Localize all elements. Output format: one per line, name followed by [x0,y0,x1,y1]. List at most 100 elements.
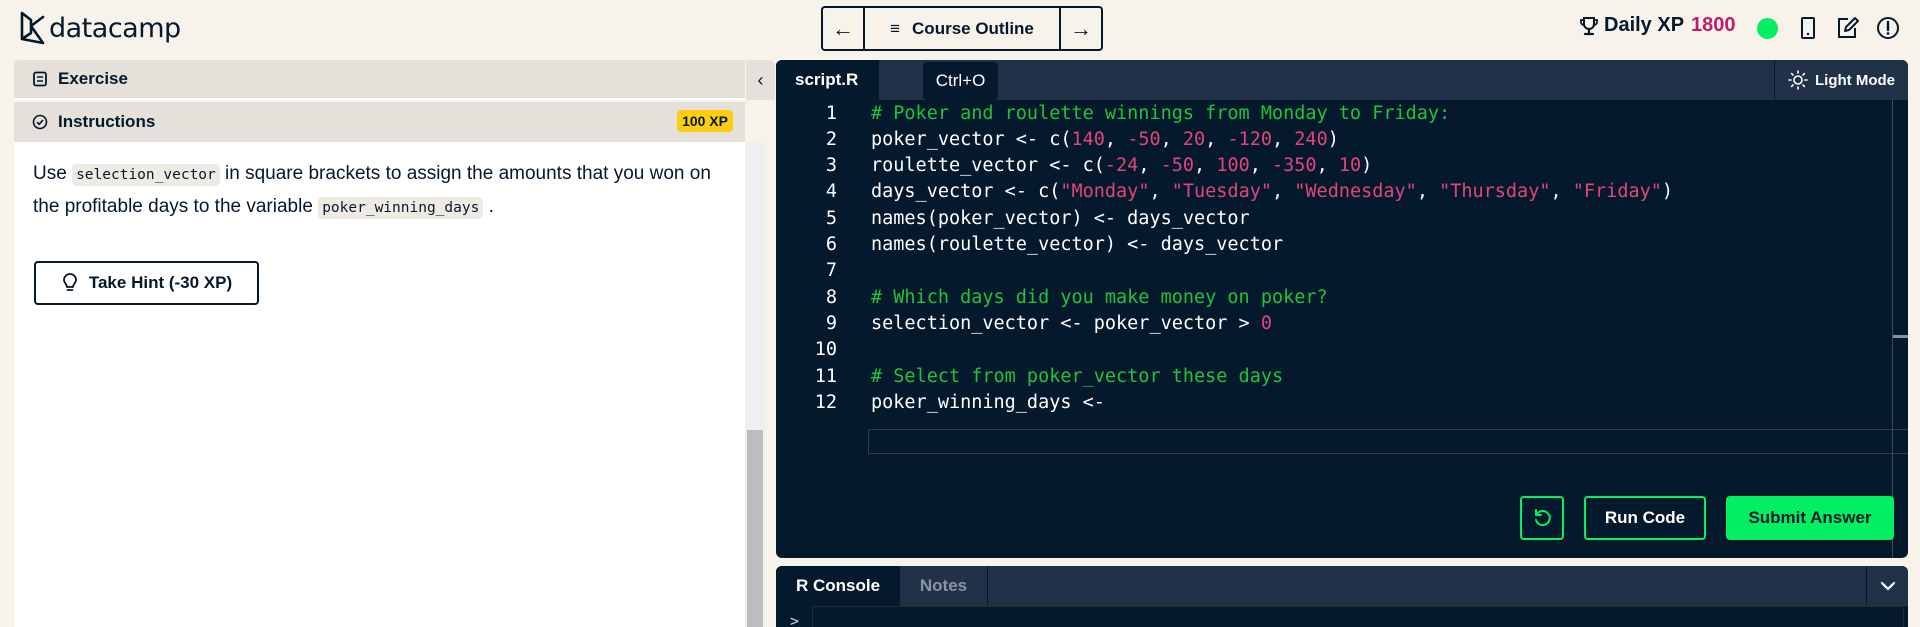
light-mode-button[interactable]: Light Mode [1774,60,1908,100]
code-number: 100 [1216,155,1250,177]
code-number: 0 [1260,312,1272,334]
datacamp-logo[interactable]: datacamp [20,10,181,46]
tab-r-console[interactable]: R Console [776,566,900,606]
line-number: 7 [825,260,837,282]
code-text: , [1249,155,1273,177]
line-content: names(poker_vector) <- days_vector [871,208,1250,229]
menu-icon: ≡ [890,18,901,38]
code-line[interactable]: 4 days_vector <- c("Monday", "Tuesday", "… [776,179,1892,205]
course-outline-button[interactable]: ≡ Course Outline [865,8,1059,49]
previous-exercise-button[interactable]: ← [823,8,865,49]
line-content: poker_winning_days <- [871,392,1105,413]
code-line[interactable]: 10 [776,337,1892,363]
code-string: "Monday" [1060,181,1150,203]
code-number: -50 [1127,128,1161,150]
instruction-text: Use selection_vector in square brackets … [33,158,723,224]
editor-scrollbar[interactable] [1892,100,1908,558]
code-text: selection_vector <- poker_vector > [871,312,1261,334]
console-tab-bar: R Console Notes [776,566,1908,606]
line-number: 1 [825,102,837,124]
line-number: 10 [814,339,837,361]
code-string: "Friday" [1572,181,1662,203]
instruction-text-part: . [483,196,494,217]
line-number: 11 [814,365,837,387]
submit-answer-button[interactable]: Submit Answer [1726,496,1894,540]
code-text: poker_vector <- c( [871,128,1072,150]
edit-feedback-icon[interactable] [1836,16,1860,40]
trophy-icon [1580,16,1598,35]
exercise-panel: Exercise ‹ Instructions 100 XP Use selec… [14,60,775,627]
console-input[interactable] [812,606,1904,627]
next-exercise-button[interactable]: → [1059,8,1101,49]
chevron-left-icon: ‹ [757,69,764,90]
instruction-text-part: Use [33,163,73,184]
exercise-title: Exercise [58,69,128,88]
daily-xp-value: 1800 [1691,14,1736,36]
line-number: 2 [825,128,837,150]
editor-tab-bar: script.R Ctrl+O Light Mode [776,60,1908,100]
take-hint-button[interactable]: Take Hint (-30 XP) [34,261,259,305]
sun-icon [1788,70,1808,90]
code-line[interactable]: 1 # Poker and roulette winnings from Mond… [776,100,1892,126]
code-text: ) [1327,128,1339,150]
code-text: , [1194,155,1217,177]
top-bar: datacamp ← ≡ Course Outline → Daily XP 1… [0,0,1920,56]
take-hint-label: Take Hint (-30 XP) [88,273,233,292]
mobile-icon[interactable] [1796,16,1820,40]
code-text: , [1149,181,1172,203]
code-number: -120 [1227,128,1273,150]
code-line[interactable]: 3 roulette_vector <- c(-24, -50, 100, -35… [776,153,1892,179]
console-collapse-button[interactable] [1866,566,1908,606]
inline-code-poker-winning-days: poker_winning_days [318,197,484,219]
arrow-left-icon: ← [832,15,854,41]
code-text: names(roulette_vector) <- days_vector [871,234,1284,255]
line-content: # Which days did you make money on poker… [871,287,1328,308]
code-number: 140 [1071,128,1105,150]
code-line[interactable]: 11 # Select from poker_vector these days [776,363,1892,389]
code-comment: # Poker and roulette winnings from Monda… [871,102,1451,124]
code-comment: # Which days did you make money on poker… [871,286,1328,308]
code-line[interactable]: 8 # Which days did you make money on poke… [776,284,1892,310]
code-string: "Wednesday" [1294,181,1417,203]
code-line[interactable]: 6 names(roulette_vector) <- days_vector [776,232,1892,258]
line-content: selection_vector <- poker_vector > 0 [871,313,1272,334]
code-editor: script.R Ctrl+O Light Mode 1 # Poker and … [776,60,1908,558]
code-line[interactable]: 12 poker_winning_days <- [776,389,1892,415]
code-number: -24 [1104,155,1139,177]
line-content: # Poker and roulette winnings from Monda… [871,103,1450,124]
line-number: 3 [825,155,837,177]
line-content: # Select from poker_vector these days [871,366,1283,387]
code-string: "Tuesday" [1171,181,1272,203]
code-number: -50 [1160,155,1195,177]
tab-script-r[interactable]: script.R [776,60,879,100]
daily-xp[interactable]: Daily XP 1800 [1580,14,1736,37]
tab-notes[interactable]: Notes [900,566,988,606]
code-text: , [1160,128,1183,150]
instructions-section-header[interactable]: Instructions 100 XP [14,102,745,142]
code-line[interactable]: 7 [776,258,1892,284]
code-line[interactable]: 5 names(poker_vector) <- days_vector [776,205,1892,231]
exercise-section-header[interactable]: Exercise [14,60,745,100]
line-content: days_vector <- c("Monday", "Tuesday", "W… [871,181,1673,202]
editor-scrollbar-marker [1893,335,1908,338]
run-code-button[interactable]: Run Code [1584,496,1706,540]
active-line-highlight [868,429,1908,454]
code-text: , [1272,181,1295,203]
alert-icon[interactable] [1876,16,1900,40]
line-number: 4 [825,181,837,203]
line-content: poker_vector <- c(140, -50, 20, -120, 24… [871,129,1339,150]
code-text-area[interactable]: 1 # Poker and roulette winnings from Mond… [776,100,1908,558]
code-text: ) [1361,155,1373,177]
code-line[interactable]: 2 poker_vector <- c(140, -50, 20, -120, 2… [776,126,1892,152]
code-line[interactable]: 9 selection_vector <- poker_vector > 0 [776,310,1892,336]
line-number: 6 [825,234,837,255]
xp-badge: 100 XP [677,110,733,132]
logo-text: datacamp [49,12,181,44]
daily-xp-label: Daily XP [1604,14,1685,36]
reset-code-button[interactable] [1520,496,1564,540]
instructions-scrollbar-thumb[interactable] [747,430,763,627]
datacamp-logo-icon [20,11,45,45]
reset-icon [1535,509,1551,527]
connection-status-indicator [1757,18,1778,39]
collapse-panel-button[interactable]: ‹ [745,60,775,100]
